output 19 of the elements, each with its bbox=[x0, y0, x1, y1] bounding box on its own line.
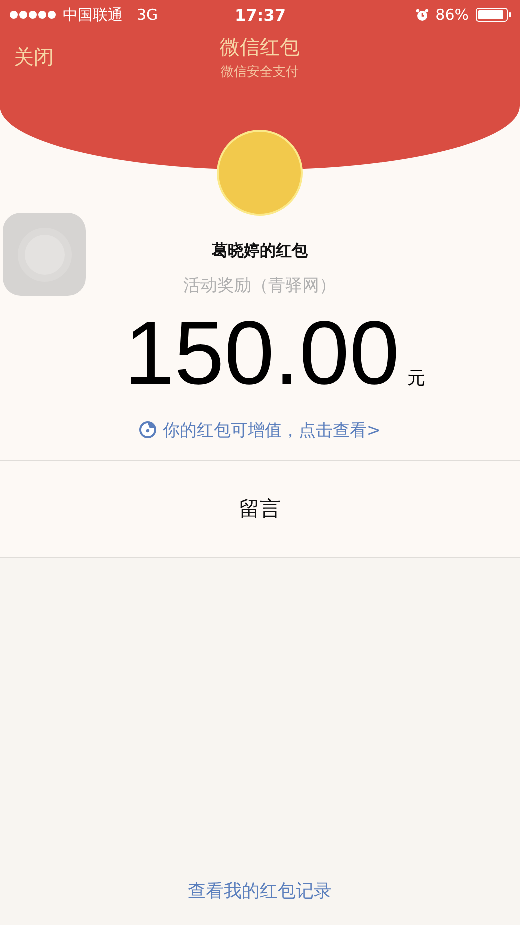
packet-history-link[interactable]: 查看我的红包记录 bbox=[188, 879, 332, 903]
packet-memo: 活动奖励（青驿网） bbox=[184, 275, 336, 297]
signal-icon bbox=[9, 10, 57, 20]
nav-subtitle: 微信安全支付 bbox=[221, 64, 299, 81]
battery-icon bbox=[476, 8, 512, 22]
currency-unit: 元 bbox=[408, 367, 426, 390]
network-type: 3G bbox=[137, 6, 158, 24]
amount-value: 150.00 bbox=[124, 303, 400, 406]
sender-name: 葛晓婷的红包 bbox=[212, 241, 308, 262]
carrier-name: 中国联通 bbox=[63, 6, 123, 24]
battery-percent: 86% bbox=[436, 6, 469, 24]
coin-icon bbox=[138, 421, 157, 439]
value-added-link[interactable]: 你的红包可增值，点击查看> bbox=[162, 418, 382, 442]
status-time: 17:37 bbox=[235, 6, 286, 24]
nav-title: 微信红包 bbox=[220, 34, 300, 61]
assistive-touch-button[interactable] bbox=[3, 213, 86, 296]
leave-message-button[interactable]: 留言 bbox=[239, 495, 281, 523]
close-button[interactable]: 关闭 bbox=[14, 44, 54, 71]
alarm-clock-icon bbox=[416, 8, 429, 22]
